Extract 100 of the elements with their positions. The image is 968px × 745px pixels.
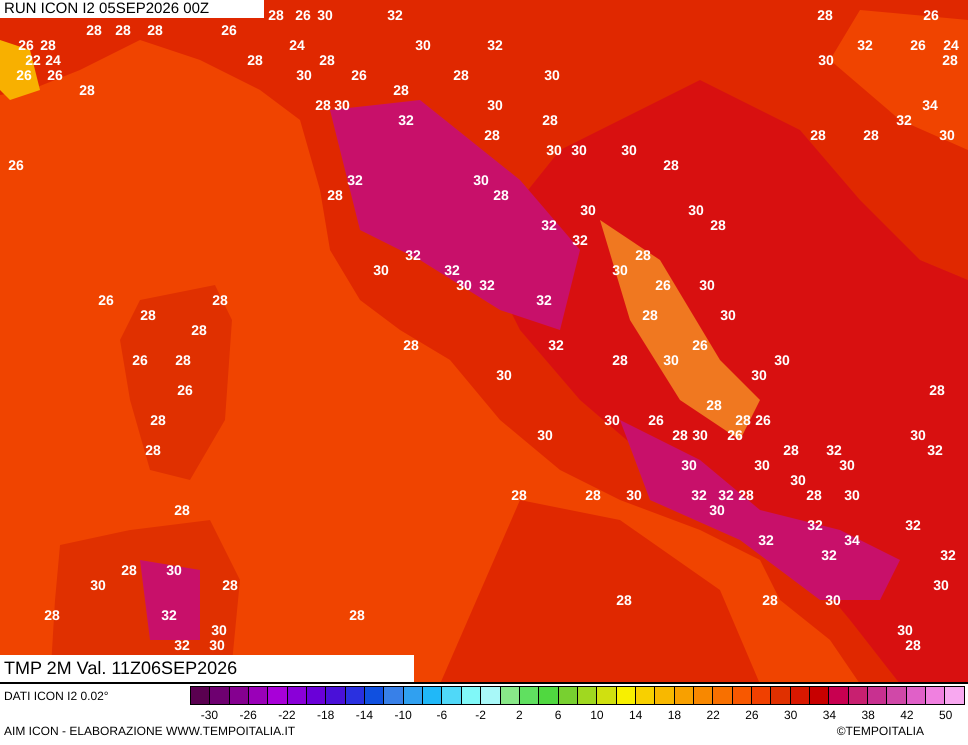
temperature-label: 26 xyxy=(132,353,148,367)
legend-caption: DATI ICON I2 0.02° xyxy=(3,688,110,703)
temperature-label: 28 xyxy=(86,23,102,37)
temperature-label: 32 xyxy=(347,173,363,187)
temperature-label: 28 xyxy=(585,488,601,502)
temperature-label: 28 xyxy=(212,293,228,307)
temperature-label: 28 xyxy=(710,218,726,232)
temperature-label: 30 xyxy=(546,143,562,157)
temperature-label: 28 xyxy=(762,593,778,607)
temperature-label: 28 xyxy=(616,593,632,607)
scale-tick-label: -14 xyxy=(354,708,374,722)
temperature-label: 30 xyxy=(939,128,955,142)
temperature-label: 26 xyxy=(98,293,114,307)
temperature-label: 28 xyxy=(40,38,56,52)
scale-tick-label: 6 xyxy=(554,708,562,722)
temperature-label: 30 xyxy=(415,38,431,52)
temperature-label: 24 xyxy=(289,38,305,52)
temperature-label: 26 xyxy=(18,38,34,52)
scale-tick-label: 38 xyxy=(860,708,876,722)
copyright-text: ©TEMPOITALIA xyxy=(836,724,924,738)
temperature-label: 30 xyxy=(571,143,587,157)
temperature-label: 32 xyxy=(821,548,837,562)
temperature-label: 24 xyxy=(45,53,61,67)
temperature-label: 32 xyxy=(857,38,873,52)
scale-tick-label: -22 xyxy=(277,708,297,722)
temperature-label: 30 xyxy=(473,173,489,187)
temperature-label: 30 xyxy=(839,458,855,472)
temperature-label: 30 xyxy=(681,458,697,472)
scale-tick-label: -26 xyxy=(238,708,258,722)
temperature-label: 30 xyxy=(496,368,512,382)
temperature-label: 28 xyxy=(174,503,190,517)
temperature-label: 28 xyxy=(268,8,284,22)
temperature-label: 32 xyxy=(398,113,414,127)
temperature-label: 26 xyxy=(692,338,708,352)
temperature-label: 30 xyxy=(688,203,704,217)
temperature-label: 28 xyxy=(493,188,509,202)
temperature-label: 30 xyxy=(897,623,913,637)
temperature-label: 28 xyxy=(403,338,419,352)
temperature-label: 32 xyxy=(826,443,842,457)
temperature-label: 28 xyxy=(453,68,469,82)
temperature-label: 28 xyxy=(315,98,331,112)
scale-tick-label: -18 xyxy=(316,708,336,722)
temperature-label: 32 xyxy=(927,443,943,457)
temperature-label: 28 xyxy=(222,578,238,592)
temperature-label: 32 xyxy=(896,113,912,127)
valid-time-title: TMP 2M Val. 11Z06SEP2026 xyxy=(0,655,414,682)
temperature-label: 30 xyxy=(544,68,560,82)
temperature-label: 26 xyxy=(910,38,926,52)
temperature-label: 30 xyxy=(166,563,182,577)
run-title: RUN ICON I2 05SEP2026 00Z xyxy=(0,0,264,18)
scale-tick-label: -30 xyxy=(200,708,220,722)
temperature-label: 28 xyxy=(79,83,95,97)
temperature-label: 28 xyxy=(393,83,409,97)
temperature-label: 32 xyxy=(161,608,177,622)
temperature-label: 28 xyxy=(905,638,921,652)
temperature-label: 26 xyxy=(727,428,743,442)
temperature-label: 26 xyxy=(351,68,367,82)
temperature-label: 26 xyxy=(295,8,311,22)
temperature-label: 28 xyxy=(783,443,799,457)
scale-tick-label: 50 xyxy=(938,708,954,722)
temperature-label: 26 xyxy=(8,158,24,172)
temperature-label: 32 xyxy=(479,278,495,292)
temperature-label: 30 xyxy=(604,413,620,427)
temperature-label: 28 xyxy=(349,608,365,622)
temperature-label: 32 xyxy=(572,233,588,247)
temperature-label: 32 xyxy=(548,338,564,352)
temperature-label: 32 xyxy=(541,218,557,232)
temperature-label: 28 xyxy=(145,443,161,457)
temperature-label: 32 xyxy=(387,8,403,22)
temperature-label: 30 xyxy=(537,428,553,442)
temperature-label: 34 xyxy=(922,98,938,112)
temperature-label: 30 xyxy=(790,473,806,487)
temperature-label: 28 xyxy=(817,8,833,22)
temperature-label: 30 xyxy=(709,503,725,517)
scale-tick-label: -6 xyxy=(436,708,448,722)
temperature-label: 28 xyxy=(642,308,658,322)
temperature-label: 32 xyxy=(905,518,921,532)
temperature-label: 26 xyxy=(755,413,771,427)
temperature-label: 30 xyxy=(751,368,767,382)
temperature-label: 26 xyxy=(923,8,939,22)
temperature-label: 28 xyxy=(635,248,651,262)
temperature-label: 30 xyxy=(699,278,715,292)
temperature-label: 26 xyxy=(47,68,63,82)
temperature-label: 30 xyxy=(373,263,389,277)
temperature-label: 30 xyxy=(456,278,472,292)
temperature-label: 30 xyxy=(844,488,860,502)
temperature-label: 26 xyxy=(648,413,664,427)
temperature-label: 30 xyxy=(663,353,679,367)
temperature-label: 32 xyxy=(758,533,774,547)
temperature-label: 28 xyxy=(810,128,826,142)
scale-tick-label: 26 xyxy=(744,708,760,722)
temperature-label: 34 xyxy=(844,533,860,547)
temperature-label: 28 xyxy=(738,488,754,502)
temperature-label: 30 xyxy=(90,578,106,592)
temperature-label: 30 xyxy=(754,458,770,472)
scale-tick-label: -2 xyxy=(474,708,487,722)
temperature-label: 30 xyxy=(818,53,834,67)
temperature-label: 30 xyxy=(910,428,926,442)
temperature-label: 26 xyxy=(655,278,671,292)
temperature-label: 28 xyxy=(140,308,156,322)
